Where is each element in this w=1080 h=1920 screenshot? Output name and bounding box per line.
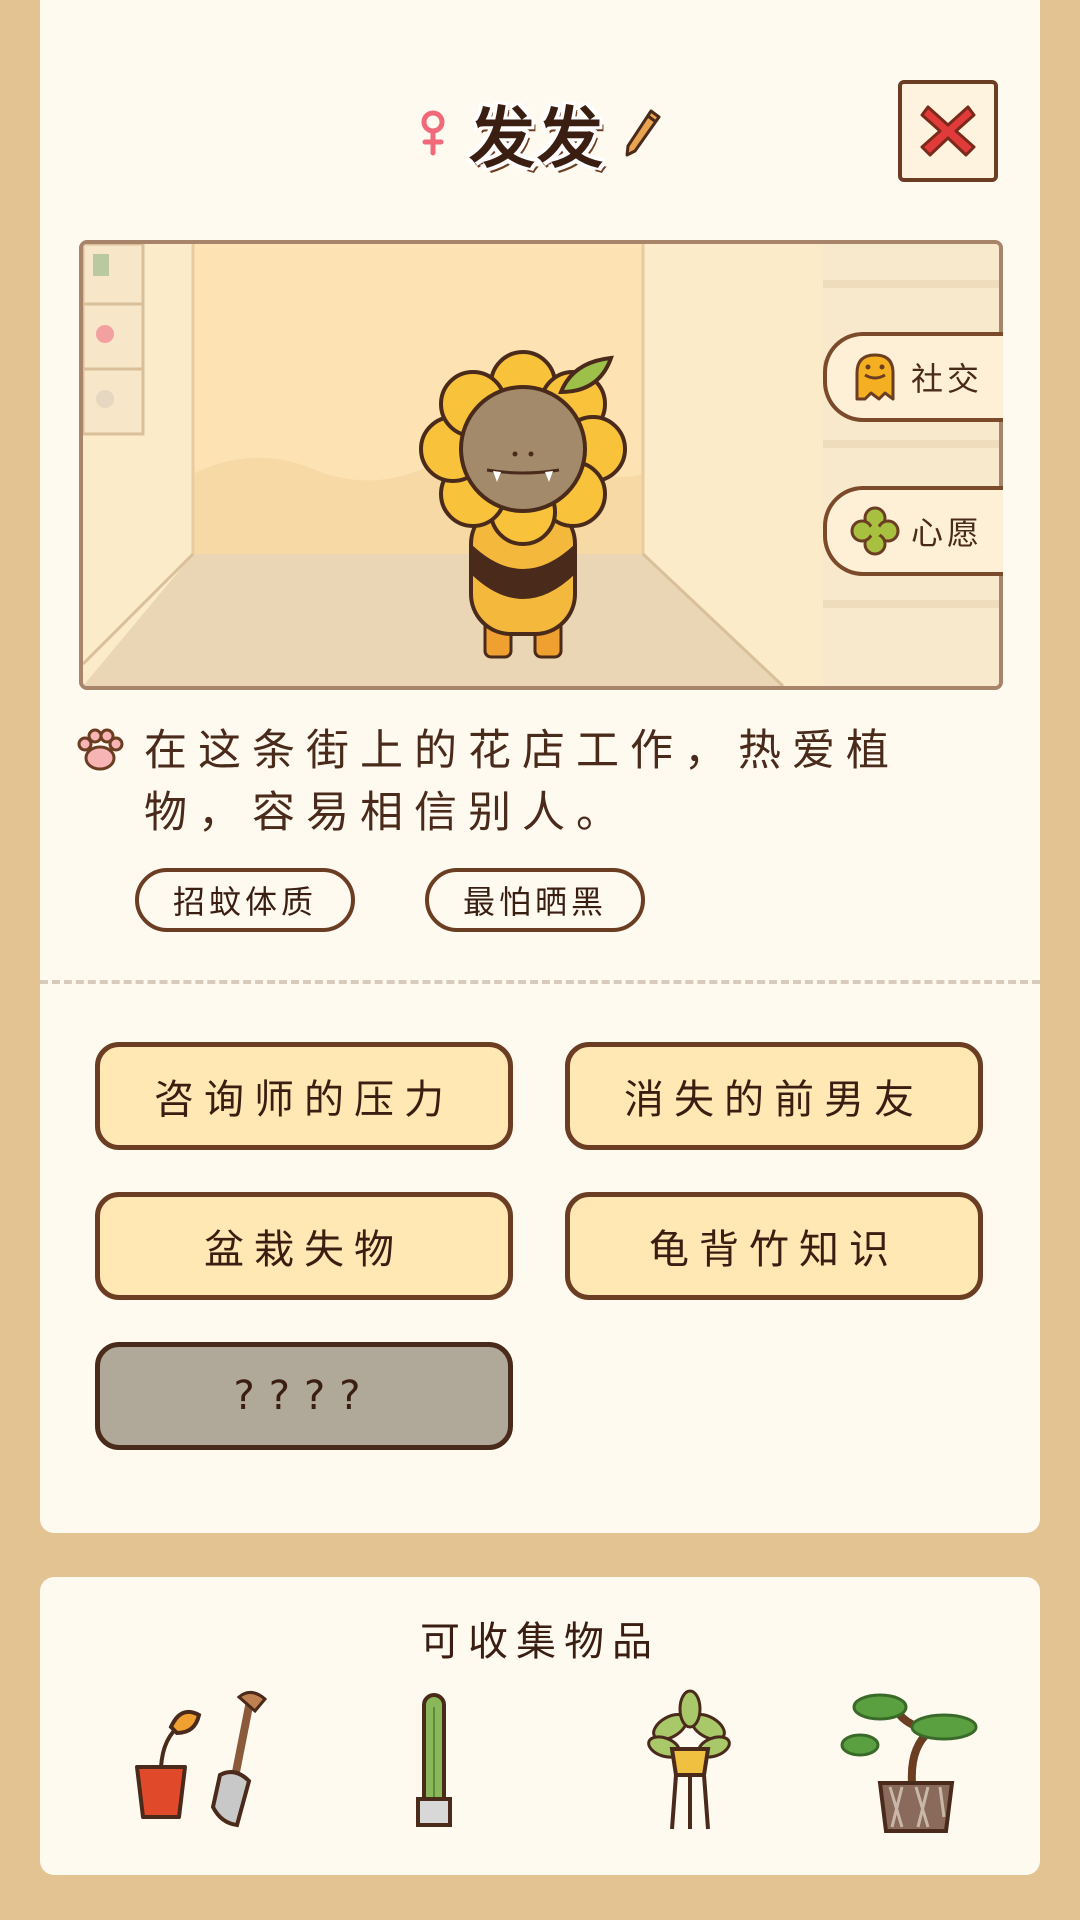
- close-icon: [920, 105, 976, 157]
- room-background: [83, 244, 999, 686]
- monster-face-icon: [855, 353, 895, 401]
- story-button[interactable]: 消失的前男友: [565, 1042, 983, 1150]
- social-label: 社交: [911, 360, 984, 398]
- flower-pot-shovel-icon[interactable]: [125, 1687, 285, 1837]
- section-divider: [40, 980, 1040, 984]
- collectibles-card: 可收集物品: [40, 1577, 1040, 1875]
- social-button[interactable]: 社交: [823, 332, 1003, 422]
- story-button[interactable]: 盆栽失物: [95, 1192, 513, 1300]
- close-button[interactable]: [898, 80, 998, 182]
- character-name: 发发: [469, 100, 605, 177]
- paw-icon: [77, 728, 124, 771]
- wish-button[interactable]: 心愿: [823, 486, 1003, 576]
- hanging-plant-icon[interactable]: [640, 1687, 740, 1837]
- pencil-icon[interactable]: [621, 107, 663, 159]
- title-row: 发发: [40, 88, 1040, 178]
- story-button[interactable]: 咨询师的压力: [95, 1042, 513, 1150]
- trait-tag: 招蚊体质: [135, 868, 355, 932]
- character-scene: [79, 240, 1003, 690]
- character-profile-card: 发发 社交 心愿 在这条街上的花店工作，热爱植物，容易相信别人。 招蚊体质 最怕…: [40, 0, 1040, 1533]
- clover-icon: [850, 506, 900, 556]
- locked-story-button[interactable]: ????: [95, 1342, 513, 1450]
- bonsai-icon[interactable]: [840, 1687, 990, 1837]
- story-button[interactable]: 龟背竹知识: [565, 1192, 983, 1300]
- trait-tag: 最怕晒黑: [425, 868, 645, 932]
- female-icon: [421, 110, 445, 156]
- character-description: 在这条街上的花店工作，热爱植物，容易相信别人。: [76, 720, 1006, 844]
- collectibles-title: 可收集物品: [420, 1619, 660, 1665]
- description-text: 在这条街上的花店工作，热爱植物，容易相信别人。: [144, 726, 900, 838]
- cactus-icon[interactable]: [400, 1687, 470, 1837]
- wish-label: 心愿: [911, 514, 984, 552]
